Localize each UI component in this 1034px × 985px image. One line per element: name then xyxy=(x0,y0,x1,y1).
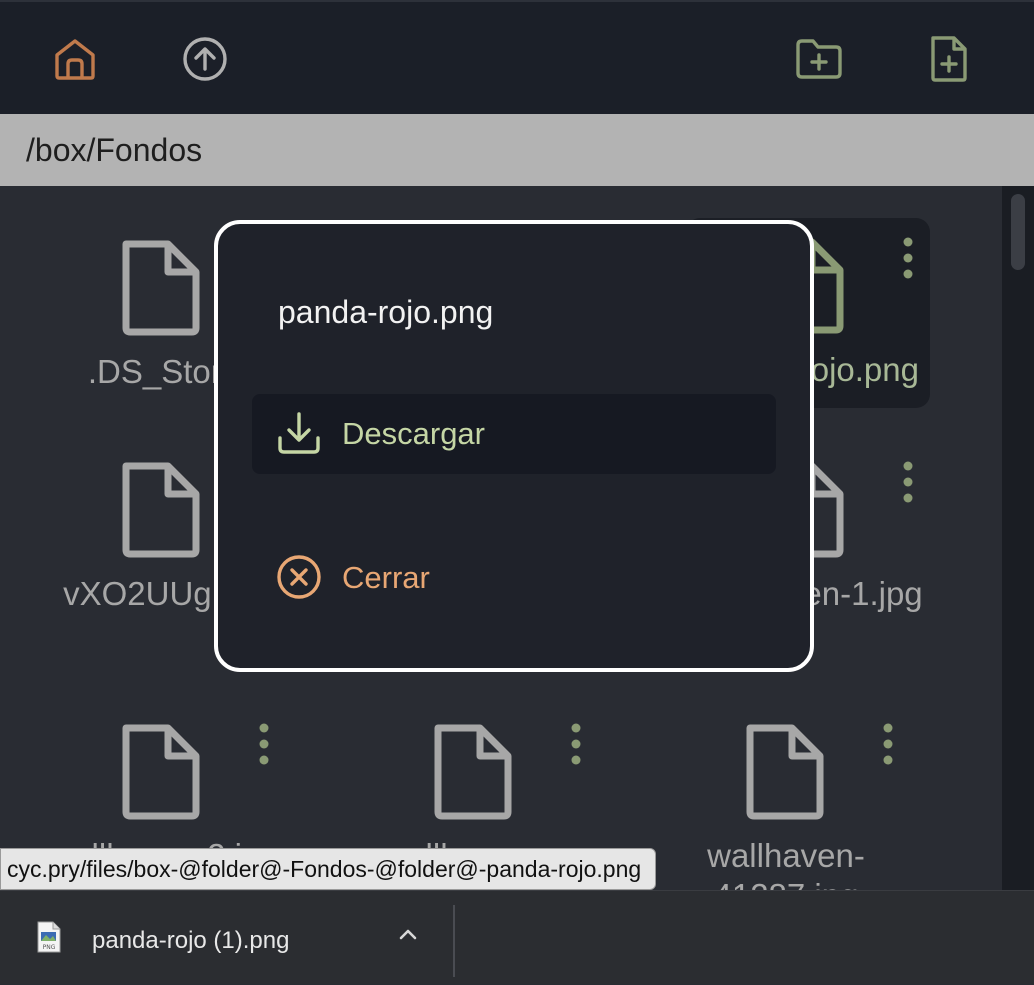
divider xyxy=(453,905,455,977)
file-icon xyxy=(434,724,512,820)
more-options-icon[interactable] xyxy=(880,722,896,766)
dialog-title: panda-rojo.png xyxy=(278,294,494,330)
png-badge-text: PNG xyxy=(43,944,56,951)
folder-plus-icon xyxy=(796,39,842,79)
download-label: Descargar xyxy=(342,416,485,451)
download-button[interactable]: Descargar xyxy=(252,394,776,474)
current-path: /box/Fondos xyxy=(26,132,203,168)
file-plus-icon xyxy=(931,36,967,82)
close-button[interactable]: Cerrar xyxy=(252,538,776,618)
file-icon xyxy=(122,240,200,336)
download-shelf: PNG panda-rojo (1).png xyxy=(0,890,1034,984)
home-button[interactable] xyxy=(48,32,102,86)
file-icon xyxy=(122,724,200,820)
downloaded-file-name: panda-rojo (1).png xyxy=(92,927,290,954)
new-folder-button[interactable] xyxy=(792,32,846,86)
file-name: wallhaven-41287.jpg xyxy=(707,837,865,890)
top-toolbar xyxy=(0,0,1034,114)
status-url-tooltip: cyc.pry/files/box-@folder@-Fondos-@folde… xyxy=(0,848,657,890)
home-icon xyxy=(55,39,95,80)
download-icon xyxy=(278,412,320,454)
path-bar: /box/Fondos xyxy=(0,114,1034,186)
scrollbar-thumb[interactable] xyxy=(1011,194,1025,270)
downloaded-file-item[interactable]: PNG panda-rojo (1).png xyxy=(0,891,454,985)
file-item[interactable]: wallhaven-41287.jpg xyxy=(666,704,910,890)
png-file-icon: PNG xyxy=(37,921,61,953)
parent-folder-button[interactable] xyxy=(178,32,232,86)
arrow-up-circle-icon xyxy=(183,37,227,81)
more-options-icon[interactable] xyxy=(568,722,584,766)
more-options-icon[interactable] xyxy=(900,460,916,504)
file-actions-dialog: panda-rojo.png Descargar Cerrar xyxy=(214,220,814,672)
more-options-icon[interactable] xyxy=(900,236,916,280)
chevron-up-icon[interactable] xyxy=(396,923,420,947)
close-circle-icon xyxy=(277,555,321,599)
close-label: Cerrar xyxy=(342,560,430,595)
new-file-button[interactable] xyxy=(922,32,976,86)
file-icon xyxy=(122,462,200,558)
scrollbar[interactable] xyxy=(1002,186,1034,890)
more-options-icon[interactable] xyxy=(256,722,272,766)
file-icon xyxy=(746,724,824,820)
